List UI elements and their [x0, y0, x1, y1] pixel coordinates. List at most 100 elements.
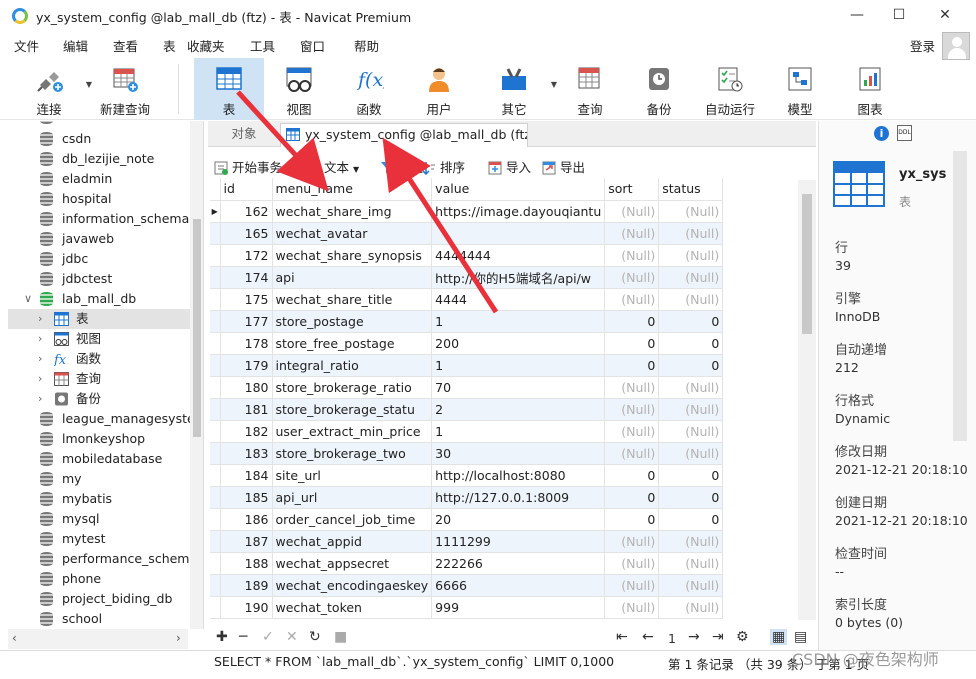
scrollbar-thumb[interactable] [802, 194, 812, 334]
sidebar-db-item[interactable]: eladmin [8, 169, 190, 189]
cell-value[interactable]: 1111299 [431, 530, 606, 553]
cell-status[interactable]: 0 [658, 354, 724, 377]
table-row[interactable]: 185 api_url http://127.0.0.1:8009 0 0 [210, 486, 724, 509]
cell-value[interactable]: 20 [431, 508, 606, 531]
begin-transaction-button[interactable]: 开始事务 [214, 157, 282, 176]
cell-status[interactable]: (Null) [658, 420, 724, 443]
cell-status[interactable]: 0 [658, 332, 724, 355]
cell-value[interactable] [431, 222, 606, 245]
cell-menu-name[interactable]: integral_ratio [272, 354, 433, 377]
cell-status[interactable]: (Null) [658, 596, 724, 619]
cell-value[interactable]: 999 [431, 596, 606, 619]
cell-menu-name[interactable]: wechat_token [272, 596, 433, 619]
column-header-id[interactable]: id [220, 178, 273, 201]
cell-id[interactable]: 190 [220, 596, 273, 619]
chevron-down-icon[interactable]: ∨ [24, 289, 32, 309]
cell-sort[interactable]: (Null) [604, 574, 660, 597]
chart-button[interactable]: 图表 [835, 58, 905, 120]
sidebar-db-item[interactable]: jdbc [8, 249, 190, 269]
sidebar-db-item[interactable] [8, 121, 190, 127]
menu-tools[interactable]: 工具 [250, 36, 275, 55]
avatar[interactable] [942, 32, 970, 60]
cell-id[interactable]: 162 [220, 200, 273, 223]
cell-id[interactable]: 187 [220, 530, 273, 553]
cell-id[interactable]: 175 [220, 288, 273, 311]
refresh-icon[interactable]: ↻ [309, 629, 321, 645]
cell-sort[interactable]: 0 [604, 508, 660, 531]
cell-menu-name[interactable]: wechat_share_img [272, 200, 433, 223]
data-grid[interactable]: id menu_name value sort status ▶ 162 wechat_sh… [210, 178, 816, 620]
form-view-icon[interactable]: ▤ [794, 629, 807, 645]
filter-button[interactable]: 筛选 [380, 157, 423, 176]
scrollbar-thumb[interactable] [193, 219, 201, 437]
cell-status[interactable]: (Null) [658, 398, 724, 421]
table-row[interactable]: 187 wechat_appid 1111299 (Null) (Null) [210, 530, 724, 553]
minimize-icon[interactable]: — [846, 5, 868, 25]
cell-status[interactable]: 0 [658, 464, 724, 487]
page-number-field[interactable]: 1 [668, 631, 676, 646]
cell-menu-name[interactable]: site_url [272, 464, 433, 487]
login-link[interactable]: 登录 [910, 36, 935, 55]
table-row[interactable]: 178 store_free_postage 200 0 0 [210, 332, 724, 355]
cell-status[interactable]: (Null) [658, 266, 724, 289]
previous-page-icon[interactable]: ← [642, 629, 654, 645]
sidebar-db-item[interactable]: csdn [8, 129, 190, 149]
sidebar-db-item[interactable]: jdbctest [8, 269, 190, 289]
chevron-right-icon[interactable]: › [38, 329, 42, 349]
discard-changes-icon[interactable]: ✕ [286, 629, 298, 645]
sidebar-item-view[interactable]: › 视图 [8, 329, 190, 349]
cell-status[interactable]: (Null) [658, 244, 724, 267]
cell-id[interactable]: 165 [220, 222, 273, 245]
apply-changes-icon[interactable]: ✓ [262, 629, 274, 645]
chevron-right-icon[interactable]: › [38, 349, 42, 369]
sidebar-db-item[interactable]: javaweb [8, 229, 190, 249]
cell-sort[interactable]: (Null) [604, 376, 660, 399]
cell-menu-name[interactable]: wechat_avatar [272, 222, 433, 245]
stop-icon[interactable]: ■ [334, 629, 347, 645]
cell-status[interactable]: (Null) [658, 376, 724, 399]
table-row[interactable]: ▶ 162 wechat_share_img https://image.dayouq… [210, 200, 724, 223]
cell-menu-name[interactable]: store_postage [272, 310, 433, 333]
cell-status[interactable]: (Null) [658, 288, 724, 311]
function-button[interactable]: f(x) 函数 [334, 58, 404, 120]
cell-value[interactable]: https://image.dayouqiantu [431, 200, 606, 223]
sidebar-item-function[interactable]: › fx 函数 [8, 349, 190, 369]
cell-menu-name[interactable]: store_brokerage_ratio [272, 376, 433, 399]
cell-status[interactable]: (Null) [658, 552, 724, 575]
cell-value[interactable]: 1 [431, 354, 606, 377]
sidebar-item-backup[interactable]: › 备份 [8, 389, 190, 409]
table-row[interactable]: 184 site_url http://localhost:8080 0 0 [210, 464, 724, 487]
cell-value[interactable]: 1 [431, 420, 606, 443]
table-row[interactable]: 175 wechat_share_title 4444 (Null) (Null) [210, 288, 724, 311]
cell-sort[interactable]: (Null) [604, 552, 660, 575]
table-row[interactable]: 165 wechat_avatar (Null) (Null) [210, 222, 724, 245]
cell-id[interactable]: 179 [220, 354, 273, 377]
cell-menu-name[interactable]: order_cancel_job_time [272, 508, 433, 531]
cell-value[interactable]: http://localhost:8080 [431, 464, 606, 487]
cell-menu-name[interactable]: api_url [272, 486, 433, 509]
model-button[interactable]: 模型 [765, 58, 835, 120]
next-page-icon[interactable]: → [688, 629, 700, 645]
cell-sort[interactable]: (Null) [604, 200, 660, 223]
cell-status[interactable]: 0 [658, 310, 724, 333]
table-row[interactable]: 183 store_brokerage_two 30 (Null) (Null) [210, 442, 724, 465]
export-button[interactable]: 导出 [542, 157, 585, 176]
cell-status[interactable]: (Null) [658, 574, 724, 597]
cell-id[interactable]: 177 [220, 310, 273, 333]
sidebar-db-item[interactable]: ∨ lab_mall_db [8, 289, 190, 309]
tab-table-data[interactable]: yx_system_config @lab_mall_db (ftz) ... [280, 123, 528, 147]
cell-id[interactable]: 172 [220, 244, 273, 267]
menu-edit[interactable]: 编辑 [63, 36, 88, 55]
new-query-button[interactable]: 新建查询 [90, 58, 160, 120]
chevron-right-icon[interactable]: › [38, 369, 42, 389]
cell-value[interactable]: 2 [431, 398, 606, 421]
chevron-right-icon[interactable]: › [38, 389, 42, 409]
cell-menu-name[interactable]: wechat_share_synopsis [272, 244, 433, 267]
sidebar-db-item[interactable]: mytest [8, 529, 190, 549]
column-header-value[interactable]: value [431, 178, 606, 201]
sidebar-item-table[interactable]: › 表 [8, 309, 190, 329]
cell-sort[interactable]: (Null) [604, 596, 660, 619]
sidebar-db-item[interactable]: phone [8, 569, 190, 589]
sidebar-db-item[interactable]: performance_schema [8, 549, 197, 569]
menu-view[interactable]: 查看 [113, 36, 138, 55]
